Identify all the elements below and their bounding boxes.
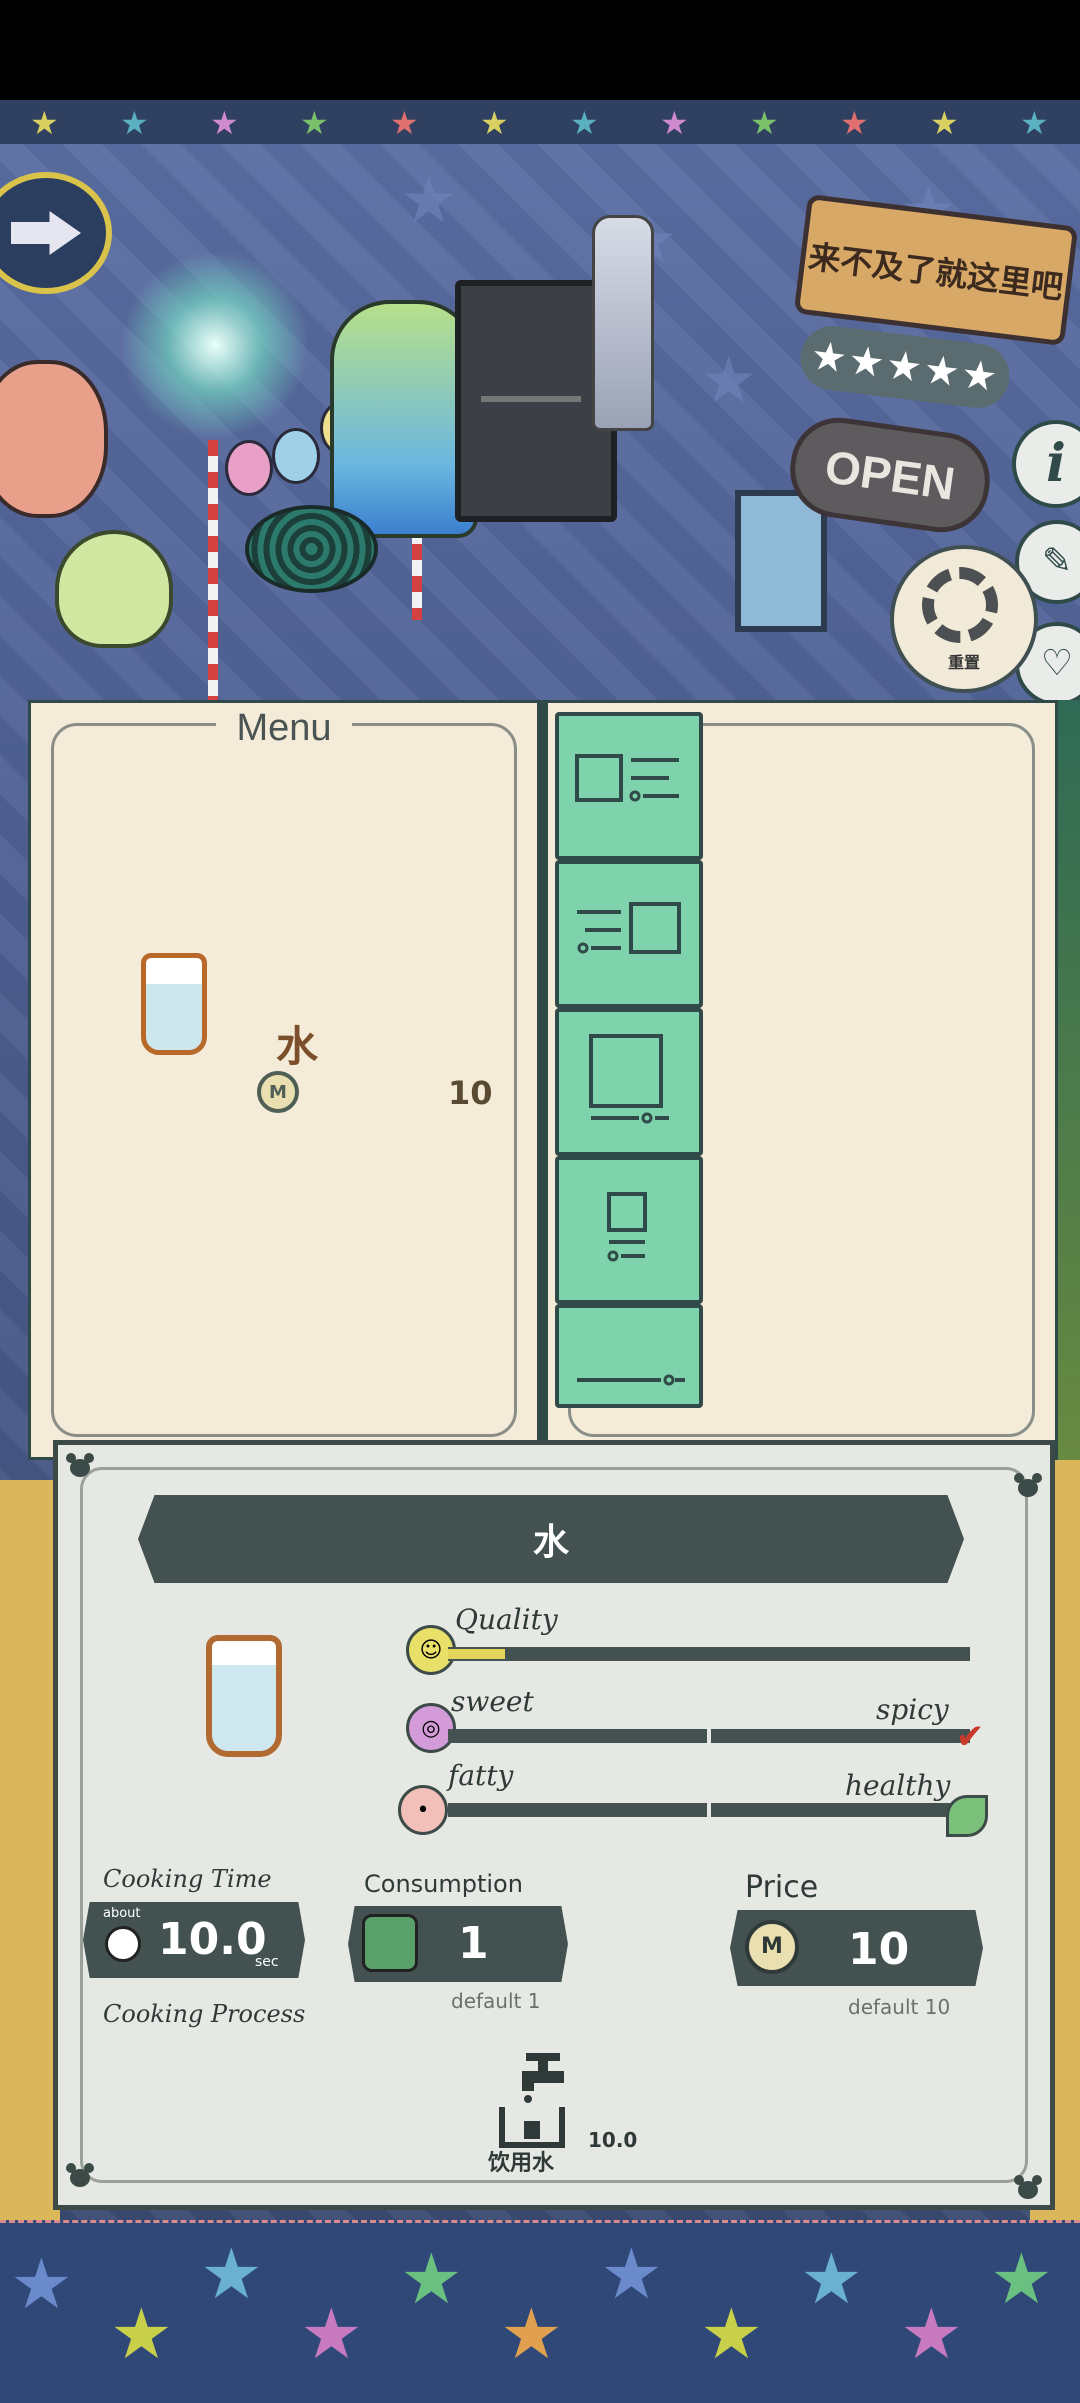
menu-item-name: 水 [276, 1022, 319, 1071]
consumption-default: default 1 [451, 1989, 541, 2013]
bar-center-mark [707, 1803, 711, 1817]
quality-label: Quality [455, 1603, 558, 1636]
cooking-time-label: Cooking Time [103, 1865, 272, 1893]
layout-line-icon [577, 1374, 685, 1386]
arrow-right-icon [11, 211, 81, 255]
menu-title-bar: Menu [31, 703, 537, 753]
loading-ring-icon [922, 567, 998, 643]
festival-pole [208, 440, 218, 700]
about-label: about [103, 1906, 141, 1921]
cooking-time-box: about 10.0 sec [83, 1902, 305, 1978]
process-step-name: 饮用水 [488, 2151, 555, 2176]
lantern-decoration [272, 428, 320, 484]
price-default: default 10 [848, 1995, 951, 2019]
bar-center-mark [707, 1729, 711, 1743]
tab-category-5[interactable] [555, 1304, 703, 1408]
shaved-ice-decoration [55, 530, 173, 648]
lollipop-icon: ◎ [406, 1703, 456, 1753]
menu-book: Menu 水 [28, 700, 1058, 1460]
info-icon: i [1046, 433, 1066, 494]
book-icon: ✎ [1041, 541, 1073, 582]
consumption-label: Consumption [364, 1870, 523, 1898]
healthy-label: healthy [845, 1769, 951, 1802]
lantern-decoration [225, 440, 273, 496]
clock-icon [105, 1926, 141, 1962]
cooking-process-label: Cooking Process [103, 2000, 306, 2028]
mosquito-coil-decoration [245, 505, 378, 593]
coin-icon: M [257, 1071, 299, 1113]
status-bar [0, 0, 1080, 100]
recipe-detail-panel: 水 ☺ Quality ◎ sweet spicy ✔ • fatty heal… [53, 1440, 1055, 2210]
layout-big-square-icon [589, 1034, 669, 1124]
menu-item-water[interactable]: 水 [141, 953, 521, 1083]
sparkle-effect [120, 250, 310, 440]
menu-title: Menu [216, 706, 352, 750]
ingredient-basket-icon [362, 1914, 418, 1972]
tab-category-3[interactable] [555, 1008, 703, 1156]
tab-category-1[interactable] [555, 712, 703, 860]
quality-bar [448, 1647, 970, 1661]
recipe-title-bar: 水 [138, 1495, 964, 1583]
top-bunting-decoration: ★ ★ ★ ★ ★ ★ ★ ★ ★ ★ ★ ★ [0, 100, 1080, 147]
leaf-icon [946, 1795, 988, 1837]
layout-lines-square-icon [577, 902, 681, 954]
bear-corner-icon [1014, 1473, 1042, 1497]
health-bar [448, 1803, 970, 1817]
spicy-label: spicy [876, 1693, 949, 1726]
cooking-time-value: 10.0 [158, 1914, 267, 1965]
water-glass-icon [206, 1635, 282, 1757]
blender-appliance [592, 215, 654, 431]
sec-label: sec [255, 1954, 279, 1970]
water-tap-icon [499, 2053, 565, 2148]
counter-edge-left [0, 1480, 60, 2220]
water-glass-icon [141, 953, 207, 1055]
coin-icon: M [745, 1920, 799, 1974]
taste-bar [448, 1729, 970, 1743]
bottom-star-decoration: ★ ★ ★ ★ ★ ★ ★ ★ ★ ★ ★ [0, 2220, 1080, 2403]
customer-animal[interactable] [0, 360, 108, 518]
price-value: 10 [848, 1924, 910, 1975]
sweet-label: sweet [451, 1685, 534, 1718]
reset-label: 重置 [947, 653, 980, 672]
menu-item-price: 10 [448, 1074, 493, 1112]
tab-category-2[interactable] [555, 860, 703, 1008]
bear-corner-icon [66, 1453, 94, 1477]
tab-category-4[interactable] [555, 1156, 703, 1304]
star-decoration: ★ [700, 344, 758, 418]
price-box[interactable]: M 10 [730, 1910, 983, 1986]
consumption-value: 1 [458, 1918, 489, 1969]
star-decoration: ★ [400, 164, 458, 238]
layout-small-square-icon [607, 1192, 647, 1262]
layout-square-lines-icon [575, 754, 679, 802]
pig-icon: • [398, 1785, 448, 1835]
bear-corner-icon [1014, 2175, 1042, 2199]
price-label: Price [745, 1870, 819, 1905]
process-step-time: 10.0 [588, 2128, 638, 2152]
reset-button[interactable]: 重置 [890, 545, 1038, 693]
bear-corner-icon [66, 2163, 94, 2187]
consumption-box[interactable]: 1 [348, 1906, 568, 1982]
recipe-title: 水 [532, 1522, 569, 1563]
fatty-label: fatty [448, 1759, 514, 1792]
heart-icon: ♡ [1040, 643, 1074, 684]
quality-bar-fill [448, 1649, 506, 1659]
chili-icon: ✔ [955, 1717, 985, 1757]
